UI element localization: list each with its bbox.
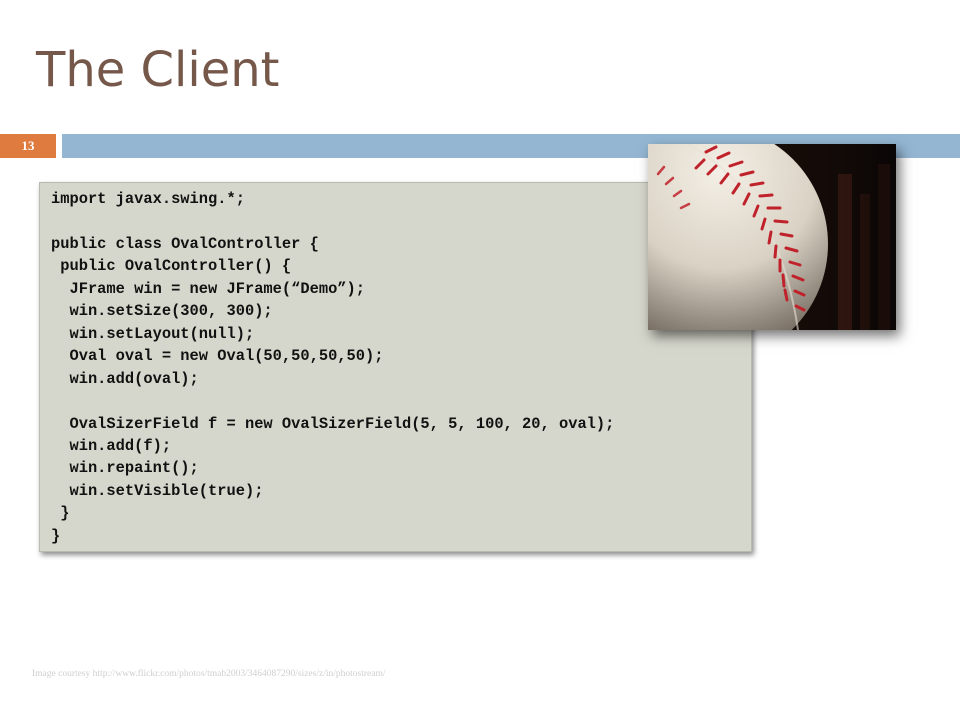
code-listing: import javax.swing.*; public class OvalC… [51,190,615,545]
image-credit: Image courtesy http://www.flickr.com/pho… [32,669,386,679]
code-block: import javax.swing.*; public class OvalC… [39,182,752,552]
slide-number-badge: 13 [0,134,56,158]
slide-title: The Client [36,42,280,98]
baseball-photo [648,144,896,330]
baseball-image [648,144,896,330]
